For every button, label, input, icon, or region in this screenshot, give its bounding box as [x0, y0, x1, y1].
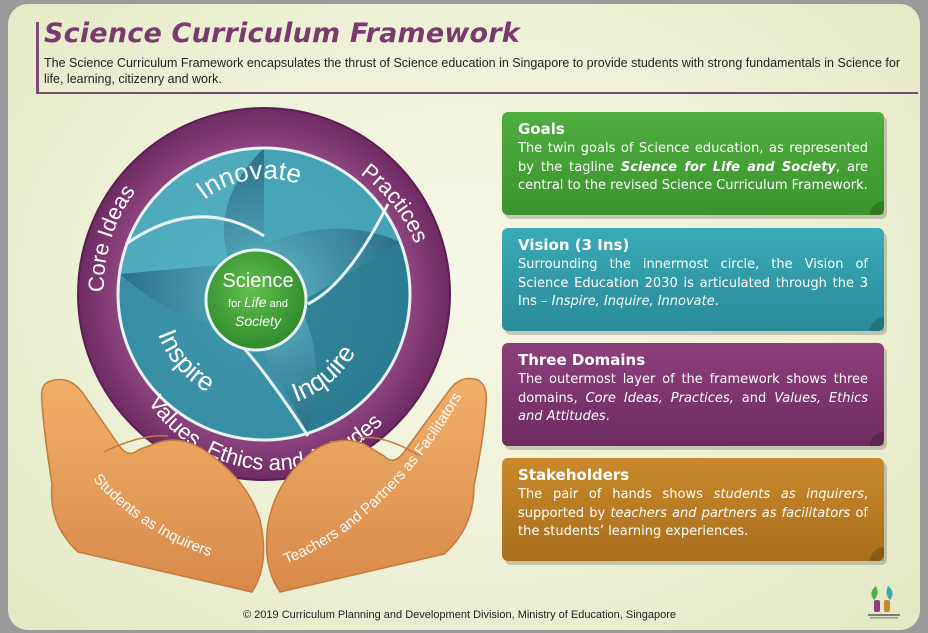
- domains-panel: Three Domains The outermost layer of the…: [502, 343, 884, 446]
- goals-text: The twin goals of Science education, as …: [518, 141, 869, 193]
- copyright-footer: © 2019 Curriculum Planning and Developme…: [243, 609, 677, 621]
- vision-text: Surrounding the innermost circle, the Vi…: [518, 257, 868, 309]
- vision-title: Vision (3 Ins): [518, 236, 630, 254]
- stakeholders-panel: Stakeholders The pair of hands shows stu…: [502, 458, 884, 561]
- framework-card: Science Curriculum Framework The Science…: [8, 4, 920, 630]
- domains-text: The outermost layer of the framework sho…: [518, 372, 868, 424]
- goals-title: Goals: [518, 120, 565, 138]
- goals-panel: Goals The twin goals of Science educatio…: [502, 112, 884, 215]
- center-science: Science: [222, 270, 293, 292]
- vision-panel: Vision (3 Ins) Surrounding the innermost…: [502, 228, 884, 331]
- center-society: Society: [235, 313, 282, 329]
- domains-title: Three Domains: [518, 351, 646, 369]
- framework-diagram: Science for Life and Society Innovate In…: [40, 107, 488, 593]
- stakeholders-title: Stakeholders: [518, 466, 630, 484]
- cpdd-logo-icon: [868, 586, 900, 619]
- stakeholders-text: The pair of hands shows students as inqu…: [518, 487, 868, 539]
